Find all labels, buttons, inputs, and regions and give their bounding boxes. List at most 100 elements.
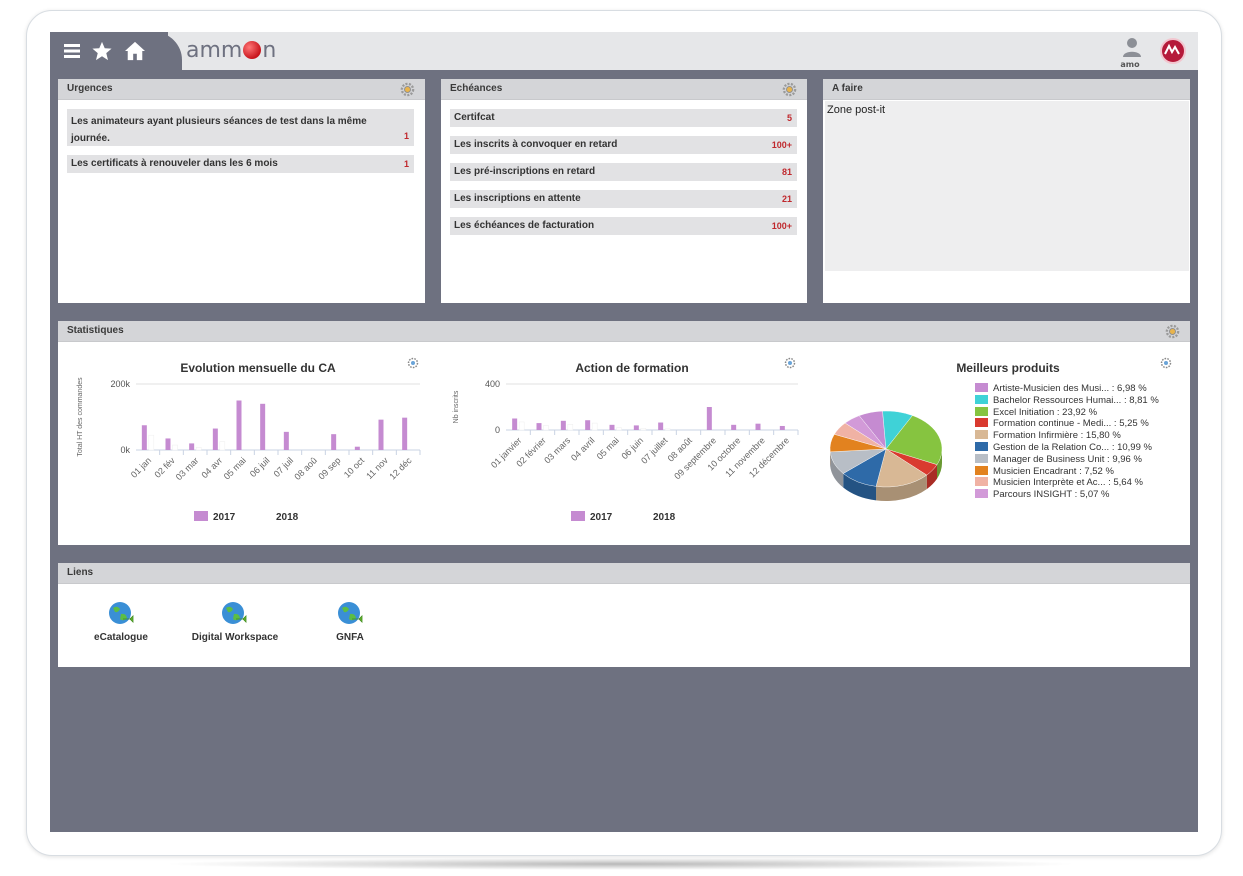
bar-2017	[283, 431, 289, 450]
menu-icon[interactable]	[61, 41, 85, 61]
pie-legend-item[interactable]: Excel Initiation : 23,92 %	[975, 406, 1159, 419]
statistiques-panel: Statistiques Evolution mensuelle du CA 2…	[58, 321, 1190, 545]
urgences-row-count: 1	[403, 159, 409, 169]
pie-legend-swatch	[975, 383, 988, 392]
x-tick-label: 05 mai	[595, 435, 621, 461]
produits-pie-chart	[829, 410, 943, 501]
legend-2017[interactable]: 2017	[194, 511, 235, 523]
pie-legend-label: Artiste-Musicien des Musi... : 6,98 %	[993, 383, 1147, 394]
x-tick-label: 09 sep	[316, 455, 342, 481]
liens-panel: Liens eCatalogue Digital Workspace GNFA	[58, 563, 1190, 667]
chart-settings-icon[interactable]	[784, 357, 796, 369]
legend-label: 2018	[653, 512, 676, 523]
bar-2017	[536, 423, 542, 430]
brand-logo-icon[interactable]	[1158, 37, 1188, 65]
pie-legend-label: Musicien Interprète et Ac... : 5,64 %	[993, 477, 1143, 489]
bar-2017	[512, 418, 518, 430]
liens-title: Liens	[67, 567, 94, 578]
bar-2017	[331, 434, 337, 450]
x-tick-label: 06 juil	[248, 455, 272, 479]
bar-2017	[236, 400, 242, 450]
gear-icon[interactable]	[1165, 324, 1180, 339]
echeances-row-count: 5	[786, 113, 792, 123]
postit-zone[interactable]: Zone post-it	[825, 101, 1189, 271]
pie-legend-swatch	[975, 441, 988, 451]
x-tick-label: 01 jan	[129, 455, 153, 479]
echeances-row[interactable]: Les pré-inscriptions en retard 81	[450, 163, 797, 181]
pie-legend-item[interactable]: Musicien Interprète et Ac... : 5,64 %	[975, 477, 1159, 489]
logo-text-start: amm	[186, 38, 243, 63]
bar-2017	[354, 446, 360, 450]
pie-legend: Artiste-Musicien des Musi... : 6,98 % Bac…	[975, 383, 1159, 501]
urgences-row[interactable]: Les certificats à renouveler dans les 6 …	[67, 155, 414, 173]
star-icon[interactable]	[90, 41, 114, 61]
pie-legend-item[interactable]: Parcours INSIGHT : 5,07 %	[975, 489, 1159, 501]
pie-legend-item[interactable]: Formation continue - Medi... : 5,25 %	[975, 418, 1159, 430]
urgences-panel: Urgences Les animateurs ayant plusieurs …	[58, 79, 425, 303]
bar-2017	[212, 428, 218, 450]
echeances-row-count: 100+	[771, 221, 792, 231]
bar-2017	[731, 424, 737, 430]
bar-2017	[779, 425, 785, 430]
x-tick-label: 03 mar	[174, 455, 201, 482]
bar-2018	[616, 427, 622, 431]
legend-swatch-2018	[257, 511, 271, 521]
chart-settings-icon[interactable]	[1160, 357, 1172, 369]
pie-legend-item[interactable]: Gestion de la Relation Co... : 10,99 %	[975, 441, 1159, 454]
legend-label: 2017	[213, 512, 236, 523]
bar-2018	[543, 425, 549, 431]
pie-legend-item[interactable]: Bachelor Ressources Humai... : 8,81 %	[975, 394, 1159, 407]
pie-legend-swatch	[975, 489, 988, 499]
pie-legend-label: Manager de Business Unit : 9,96 %	[993, 453, 1142, 465]
urgences-row-label: Les animateurs ayant plusieurs séances d…	[71, 116, 367, 144]
afaire-panel: A faire Zone post-it	[823, 79, 1190, 303]
x-tick-label: 11 nov	[364, 455, 390, 481]
user-menu[interactable]: amo	[1116, 37, 1144, 69]
bar-2018	[219, 441, 226, 451]
bar-2018	[591, 422, 598, 431]
pie-legend-label: Musicien Encadrant : 7,52 %	[993, 465, 1114, 477]
pie-legend-item[interactable]: Musicien Encadrant : 7,52 %	[975, 465, 1159, 478]
bar-2017	[189, 443, 195, 450]
legend-swatch-2017	[571, 511, 585, 521]
pie-legend-swatch	[975, 394, 988, 404]
top-bar: amm n amo	[50, 32, 1198, 70]
echeances-row[interactable]: Les inscrits à convoquer en retard 100+	[450, 136, 797, 154]
pie-legend-label: Formation continue - Medi... : 5,25 %	[993, 418, 1149, 430]
user-icon	[1123, 38, 1141, 57]
pie-legend-item[interactable]: Formation Infirmière : 15,80 %	[975, 430, 1159, 442]
bar-2017	[165, 438, 171, 450]
urgences-row-count: 1	[403, 131, 409, 141]
gear-icon[interactable]	[782, 82, 797, 97]
gear-icon[interactable]	[400, 82, 415, 97]
echeances-row-count: 81	[781, 167, 792, 177]
pie-legend-swatch	[975, 453, 988, 463]
link-label: GNFA	[336, 632, 364, 643]
link-label: eCatalogue	[94, 632, 148, 643]
bar-2017	[633, 425, 639, 430]
legend-2018[interactable]: 2018	[634, 511, 675, 523]
bar-2017	[141, 425, 147, 450]
echeances-row[interactable]: Les échéances de facturation 100+	[450, 217, 797, 235]
echeances-row-label: Les pré-inscriptions en retard	[454, 166, 596, 177]
echeances-row-count: 100+	[771, 140, 792, 150]
echeances-header: Echéances	[441, 79, 807, 100]
pie-legend-swatch	[975, 477, 988, 487]
y-tick-label: 400	[485, 379, 500, 389]
x-tick-label: 12 déc	[387, 455, 414, 482]
home-icon[interactable]	[123, 41, 147, 61]
echeances-row-label: Les inscriptions en attente	[454, 193, 581, 204]
urgences-row[interactable]: Les animateurs ayant plusieurs séances d…	[67, 109, 414, 146]
legend-2018[interactable]: 2018	[257, 511, 298, 523]
bar-2017	[560, 420, 566, 430]
y-axis-label: Nb inscrits	[453, 390, 460, 423]
legend-2017[interactable]: 2017	[571, 511, 612, 523]
device-shadow	[160, 858, 1080, 870]
echeances-row[interactable]: Les inscriptions en attente 21	[450, 190, 797, 208]
ammon-logo[interactable]: amm n	[186, 38, 296, 64]
echeances-row[interactable]: Certifcat 5	[450, 109, 797, 127]
legend-swatch-2017	[194, 511, 208, 521]
pie-legend-item[interactable]: Artiste-Musicien des Musi... : 6,98 %	[975, 383, 1159, 395]
pie-legend-item[interactable]: Manager de Business Unit : 9,96 %	[975, 453, 1159, 466]
chart-settings-icon[interactable]	[407, 357, 419, 369]
